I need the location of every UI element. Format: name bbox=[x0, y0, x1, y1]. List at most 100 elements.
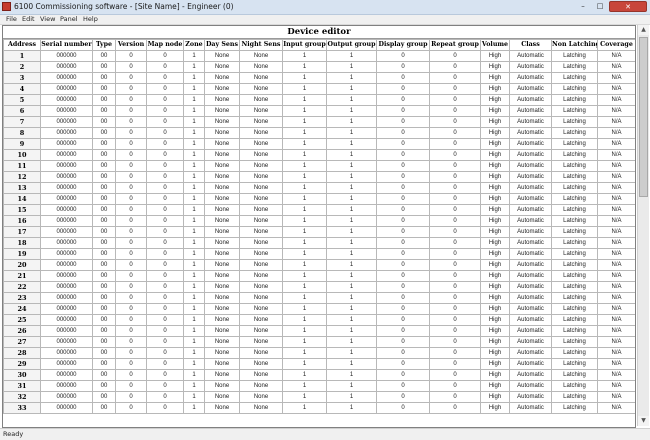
table-cell[interactable]: None bbox=[239, 193, 283, 205]
table-cell[interactable]: Automatic bbox=[509, 215, 552, 227]
table-cell[interactable]: 000000 bbox=[40, 61, 93, 73]
table-cell[interactable]: 0 bbox=[115, 226, 147, 238]
table-cell[interactable]: 1 bbox=[183, 138, 205, 150]
table-cell[interactable]: Automatic bbox=[509, 116, 552, 128]
table-cell[interactable]: 000000 bbox=[40, 380, 93, 392]
table-cell[interactable]: Latching bbox=[551, 325, 598, 337]
table-cell[interactable]: 1 bbox=[282, 182, 327, 194]
table-cell[interactable]: 00 bbox=[92, 270, 116, 282]
table-cell[interactable]: 0 bbox=[429, 347, 481, 359]
table-cell[interactable]: 1 bbox=[183, 314, 205, 326]
table-cell[interactable]: None bbox=[204, 402, 240, 414]
table-cell[interactable]: N/A bbox=[597, 50, 635, 62]
table-cell[interactable]: None bbox=[239, 325, 283, 337]
address-cell[interactable]: 27 bbox=[3, 336, 41, 348]
table-cell[interactable]: None bbox=[204, 160, 240, 172]
table-cell[interactable]: Automatic bbox=[509, 94, 552, 106]
table-cell[interactable]: Automatic bbox=[509, 105, 552, 117]
address-cell[interactable]: 21 bbox=[3, 270, 41, 282]
table-row[interactable]: 25 000000 00 0 0 1 None None 1 1 0 0 High Automatic La… bbox=[3, 314, 635, 326]
table-cell[interactable]: Latching bbox=[551, 281, 598, 293]
table-cell[interactable]: N/A bbox=[597, 171, 635, 183]
table-cell[interactable]: Latching bbox=[551, 171, 598, 183]
table-cell[interactable]: 00 bbox=[92, 105, 116, 117]
table-cell[interactable]: 1 bbox=[326, 61, 377, 73]
table-cell[interactable]: 1 bbox=[326, 391, 377, 403]
table-cell[interactable]: 00 bbox=[92, 380, 116, 392]
table-cell[interactable]: 0 bbox=[376, 61, 430, 73]
table-row[interactable]: 23 000000 00 0 0 1 None None 1 1 0 0 High Automatic La… bbox=[3, 292, 635, 304]
table-cell[interactable]: 1 bbox=[326, 325, 377, 337]
address-cell[interactable]: 31 bbox=[3, 380, 41, 392]
table-cell[interactable]: 0 bbox=[146, 116, 184, 128]
table-cell[interactable]: 1 bbox=[183, 72, 205, 84]
table-cell[interactable]: 0 bbox=[115, 325, 147, 337]
table-cell[interactable]: Latching bbox=[551, 369, 598, 381]
table-row[interactable]: 11 000000 00 0 0 1 None None 1 1 0 0 High Automatic La… bbox=[3, 160, 635, 172]
table-cell[interactable]: Automatic bbox=[509, 292, 552, 304]
table-cell[interactable]: 1 bbox=[183, 160, 205, 172]
table-cell[interactable]: Automatic bbox=[509, 270, 552, 282]
table-cell[interactable]: 0 bbox=[376, 105, 430, 117]
table-cell[interactable]: 0 bbox=[115, 149, 147, 161]
table-cell[interactable]: N/A bbox=[597, 182, 635, 194]
table-cell[interactable]: N/A bbox=[597, 204, 635, 216]
table-cell[interactable]: 0 bbox=[376, 369, 430, 381]
table-cell[interactable]: 0 bbox=[115, 160, 147, 172]
table-cell[interactable]: None bbox=[239, 259, 283, 271]
table-cell[interactable]: None bbox=[204, 72, 240, 84]
table-cell[interactable]: 000000 bbox=[40, 83, 93, 95]
table-cell[interactable]: None bbox=[239, 248, 283, 260]
table-cell[interactable]: N/A bbox=[597, 380, 635, 392]
table-cell[interactable]: 0 bbox=[146, 391, 184, 403]
table-cell[interactable]: 00 bbox=[92, 259, 116, 271]
table-row[interactable]: 30 000000 00 0 0 1 None None 1 1 0 0 High Automatic La… bbox=[3, 369, 635, 381]
table-cell[interactable]: 1 bbox=[282, 116, 327, 128]
table-cell[interactable]: 0 bbox=[146, 314, 184, 326]
address-cell[interactable]: 32 bbox=[3, 391, 41, 403]
table-cell[interactable]: 1 bbox=[326, 149, 377, 161]
table-cell[interactable]: 1 bbox=[183, 270, 205, 282]
table-cell[interactable]: 0 bbox=[429, 281, 481, 293]
table-cell[interactable]: Latching bbox=[551, 193, 598, 205]
table-cell[interactable]: None bbox=[204, 237, 240, 249]
table-cell[interactable]: N/A bbox=[597, 303, 635, 315]
table-cell[interactable]: 0 bbox=[146, 61, 184, 73]
table-cell[interactable]: 0 bbox=[429, 292, 481, 304]
table-cell[interactable]: 0 bbox=[146, 215, 184, 227]
table-cell[interactable]: 1 bbox=[183, 116, 205, 128]
table-cell[interactable]: 0 bbox=[429, 336, 481, 348]
table-row[interactable]: 16 000000 00 0 0 1 None None 1 1 0 0 High Automatic La… bbox=[3, 215, 635, 227]
table-cell[interactable]: High bbox=[480, 270, 510, 282]
table-cell[interactable]: 0 bbox=[146, 248, 184, 260]
table-cell[interactable]: 1 bbox=[326, 336, 377, 348]
table-cell[interactable]: 1 bbox=[183, 171, 205, 183]
table-cell[interactable]: None bbox=[239, 237, 283, 249]
table-cell[interactable]: 1 bbox=[183, 204, 205, 216]
table-cell[interactable]: 0 bbox=[146, 303, 184, 315]
table-cell[interactable]: High bbox=[480, 116, 510, 128]
table-cell[interactable]: Automatic bbox=[509, 336, 552, 348]
address-cell[interactable]: 3 bbox=[3, 72, 41, 84]
table-cell[interactable]: 1 bbox=[183, 105, 205, 117]
table-cell[interactable]: 0 bbox=[115, 347, 147, 359]
table-cell[interactable]: 000000 bbox=[40, 171, 93, 183]
table-cell[interactable]: High bbox=[480, 336, 510, 348]
table-cell[interactable]: 0 bbox=[146, 149, 184, 161]
address-cell[interactable]: 28 bbox=[3, 347, 41, 359]
table-cell[interactable]: Automatic bbox=[509, 248, 552, 260]
table-cell[interactable]: 000000 bbox=[40, 72, 93, 84]
table-cell[interactable]: None bbox=[239, 347, 283, 359]
table-cell[interactable]: 0 bbox=[115, 402, 147, 414]
table-cell[interactable]: 0 bbox=[376, 358, 430, 370]
table-cell[interactable]: High bbox=[480, 50, 510, 62]
table-cell[interactable]: Automatic bbox=[509, 303, 552, 315]
table-cell[interactable]: 00 bbox=[92, 237, 116, 249]
table-cell[interactable]: 0 bbox=[146, 127, 184, 139]
table-cell[interactable]: 000000 bbox=[40, 369, 93, 381]
address-cell[interactable]: 8 bbox=[3, 127, 41, 139]
table-cell[interactable]: 0 bbox=[115, 171, 147, 183]
table-cell[interactable]: 0 bbox=[115, 248, 147, 260]
table-cell[interactable]: 1 bbox=[326, 50, 377, 62]
table-cell[interactable]: Automatic bbox=[509, 347, 552, 359]
